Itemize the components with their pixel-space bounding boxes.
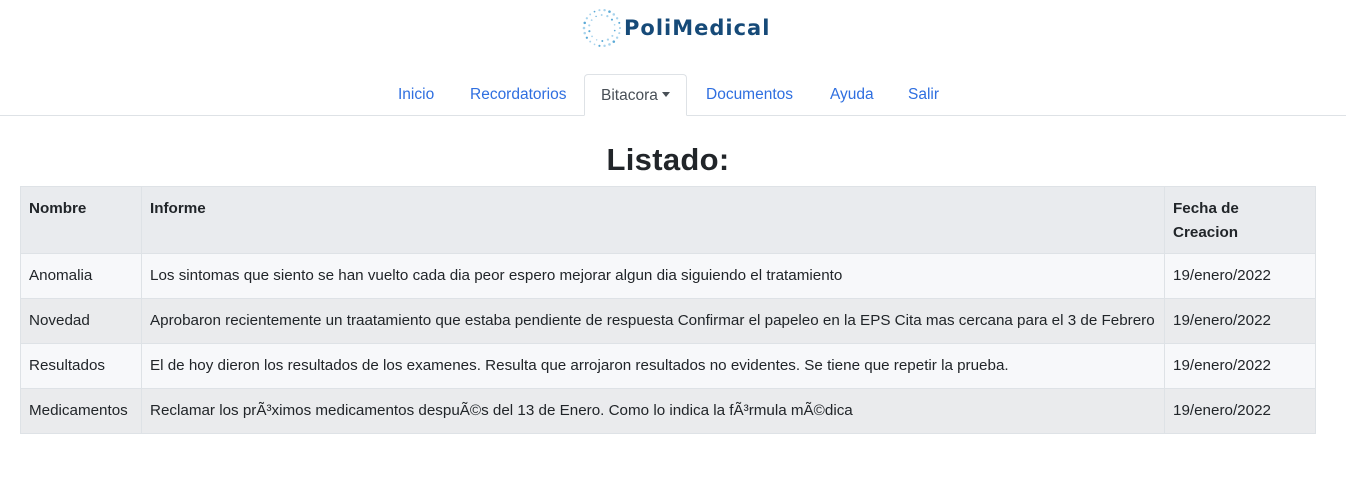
cell-fecha: 19/enero/2022	[1164, 343, 1316, 389]
nav-item-recordatorios[interactable]: Recordatorios	[470, 74, 567, 116]
cell-nombre: Medicamentos	[20, 388, 142, 434]
table-row: Anomalia Los sintomas que siento se han …	[20, 253, 1316, 299]
cell-informe: Reclamar los prÃ³ximos medicamentos desp…	[141, 388, 1165, 434]
header: PoliMedical	[0, 0, 1346, 60]
table-row: Medicamentos Reclamar los prÃ³ximos medi…	[20, 388, 1316, 434]
nav-item-salir[interactable]: Salir	[908, 74, 939, 116]
cell-nombre: Resultados	[20, 343, 142, 389]
cell-informe: Los sintomas que siento se han vuelto ca…	[141, 253, 1165, 299]
column-header-fecha: Fecha de Creacion	[1164, 186, 1316, 254]
cell-fecha: 19/enero/2022	[1164, 388, 1316, 434]
cell-fecha: 19/enero/2022	[1164, 253, 1316, 299]
brand-name: PoliMedical	[624, 16, 771, 40]
nav-item-ayuda[interactable]: Ayuda	[830, 74, 874, 116]
table-row: Resultados El de hoy dieron los resultad…	[20, 343, 1316, 389]
nav-item-label: Bitacora	[601, 87, 658, 104]
cell-nombre: Anomalia	[20, 253, 142, 299]
nav-item-documentos[interactable]: Documentos	[706, 74, 793, 116]
caret-down-icon	[661, 91, 670, 97]
dotted-circle-logo-icon	[582, 8, 621, 48]
cell-fecha: 19/enero/2022	[1164, 298, 1316, 344]
column-header-nombre: Nombre	[20, 186, 142, 254]
page-title: Listado:	[606, 142, 730, 177]
main-nav: Inicio Recordatorios Bitacora Documentos…	[0, 74, 1346, 116]
nav-item-inicio[interactable]: Inicio	[398, 74, 434, 116]
brand-logo[interactable]: PoliMedical	[582, 7, 770, 49]
log-table: Nombre Informe Fecha de Creacion Anomali…	[20, 186, 1316, 434]
column-header-informe: Informe	[141, 186, 1165, 254]
cell-informe: El de hoy dieron los resultados de los e…	[141, 343, 1165, 389]
cell-nombre: Novedad	[20, 298, 142, 344]
table-header-row: Nombre Informe Fecha de Creacion	[20, 186, 1316, 254]
table-row: Novedad Aprobaron recientemente un traat…	[20, 298, 1316, 344]
cell-informe: Aprobaron recientemente un traatamiento …	[141, 298, 1165, 344]
nav-item-bitacora[interactable]: Bitacora	[584, 74, 687, 116]
